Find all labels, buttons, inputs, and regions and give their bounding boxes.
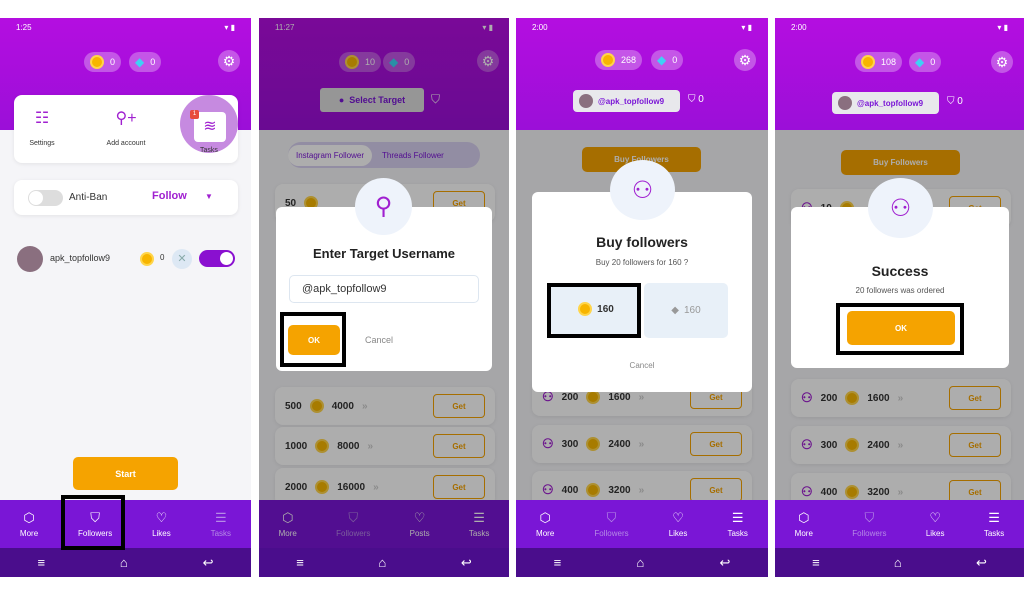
dialog-title: Buy followers — [596, 234, 688, 250]
add-account-label: Add account — [106, 140, 146, 147]
back-icon[interactable]: ↩ — [461, 555, 472, 571]
coins-icon: ≋ — [203, 118, 217, 135]
diamond-balance: ◆ 0 — [909, 52, 942, 72]
status-time: 1:25 — [16, 22, 32, 32]
system-nav: ≡ ⌂ ↩ — [259, 548, 509, 577]
tasks-icon: ☰ — [215, 510, 227, 525]
menu-icon[interactable]: ≡ — [812, 555, 820, 570]
phone-screen-success: 2:00 ▾ ▮ 108 ◆ 0 ⚙ @apk_topfollow9 ⛉ 0 Buy… — [775, 18, 1024, 577]
nav-more[interactable]: ⬡ More — [795, 510, 813, 538]
status-bar: 2:00 ▾ ▮ — [532, 22, 752, 32]
settings-button[interactable]: ☷ Settings — [22, 108, 62, 147]
back-icon[interactable]: ↩ — [719, 555, 730, 571]
coin-balance: 0 — [84, 52, 122, 72]
dialog-title: Success — [871, 263, 929, 279]
home-icon[interactable]: ⌂ — [378, 555, 386, 570]
status-bar: 1:25 ▾ ▮ — [16, 22, 235, 32]
start-button[interactable]: Start — [73, 457, 178, 490]
highlight-box — [61, 495, 125, 550]
account-chip[interactable]: @apk_topfollow9 — [573, 90, 680, 112]
dialog-subtitle: 20 followers was ordered — [855, 286, 945, 295]
account-coins: 0 — [160, 253, 165, 262]
highlight-box — [280, 312, 346, 367]
followers-count: ⛉ 0 — [947, 96, 963, 107]
diamond-balance: ◆ 0 — [129, 52, 162, 72]
coin-count: 0 — [110, 57, 116, 67]
gear-icon[interactable]: ⚙ — [991, 51, 1013, 73]
account-toggle[interactable] — [199, 250, 235, 267]
diamond-balance: ◆ 0 — [651, 50, 684, 70]
diamond-icon: ◆ — [135, 55, 145, 69]
system-nav: ≡ ⌂ ↩ — [775, 548, 1024, 577]
coin-balance: 268 — [595, 50, 643, 70]
coin-icon — [140, 252, 154, 266]
gem-icon: ⬡ — [23, 510, 35, 525]
highlight-box — [547, 283, 641, 338]
followers-count: ⛉ 0 — [688, 94, 704, 105]
cancel-button[interactable]: Cancel — [365, 335, 393, 345]
home-icon[interactable]: ⌂ — [894, 555, 902, 570]
remove-account-icon[interactable]: ✕ — [172, 249, 192, 269]
bottom-nav: ⬡ More ⛉ Followers ♡ Likes ☰ Tasks — [516, 500, 768, 548]
username-input[interactable] — [289, 275, 479, 303]
nav-tasks[interactable]: ☰ Tasks — [727, 510, 747, 538]
avatar — [579, 94, 593, 108]
add-follower-icon: ⚇ — [610, 160, 675, 220]
gear-icon[interactable]: ⚙ — [218, 50, 240, 72]
mode-dropdown[interactable]: Follow — [152, 190, 187, 202]
bottom-nav: ⬡ More ⛉ Followers ♡ Likes ☰ Tasks — [775, 500, 1024, 548]
settings-label: Settings — [29, 140, 55, 147]
heart-icon: ♡ — [155, 510, 168, 525]
phone-screen-home: 1:25 ▾ ▮ 0 ◆ 0 ⚙ ☷ Settings ⚲+ Add account ≋… — [0, 18, 251, 577]
user-search-icon: ⚲ — [355, 178, 412, 235]
highlight-box — [836, 303, 964, 355]
coin-balance: 108 — [855, 52, 903, 72]
system-nav: ≡ ⌂ ↩ — [516, 548, 768, 577]
pay-with-diamonds-button[interactable]: ◆ 160 — [644, 283, 728, 338]
system-nav: ≡ ⌂ ↩ — [0, 548, 251, 577]
menu-icon[interactable]: ≡ — [554, 555, 562, 570]
diamond-icon: ◆ — [671, 305, 679, 316]
avatar — [838, 96, 852, 110]
anti-ban-toggle[interactable] — [28, 190, 63, 206]
nav-more[interactable]: ⬡ More — [20, 510, 38, 538]
home-icon[interactable]: ⌂ — [120, 555, 128, 570]
anti-ban-label: Anti-Ban — [69, 192, 108, 203]
nav-tasks[interactable]: ☰ Tasks — [984, 510, 1004, 538]
back-icon[interactable]: ↩ — [203, 555, 214, 571]
cancel-button[interactable]: Cancel — [532, 361, 752, 370]
account-chip[interactable]: @apk_topfollow9 — [832, 92, 939, 114]
diamond-count: 0 — [150, 57, 156, 67]
bottom-nav: ⬡ More ⛉ Followers ♡ Likes ☰ Tasks — [0, 500, 251, 548]
back-icon[interactable]: ↩ — [976, 555, 987, 571]
chevron-down-icon[interactable]: ▼ — [205, 192, 213, 201]
tasks-badge: 1 — [190, 110, 199, 119]
sliders-icon: ☷ — [34, 110, 50, 127]
nav-more[interactable]: ⬡ More — [536, 510, 554, 538]
avatar — [17, 246, 43, 272]
dialog-subtitle: Buy 20 followers for 160 ? — [595, 258, 689, 267]
add-follower-icon: ⚇ — [868, 178, 933, 238]
dialog-title: Enter Target Username — [312, 246, 456, 261]
add-user-icon: ⚲+ — [115, 110, 137, 127]
gear-icon[interactable]: ⚙ — [734, 49, 756, 71]
nav-likes[interactable]: ♡ Likes — [152, 510, 171, 538]
phone-screen-buy: 2:00▾ ▮ 268 ◆0 ⚙ @apk_topfollow9 ⛉ 0 Buy… — [516, 18, 768, 577]
menu-icon[interactable]: ≡ — [296, 555, 304, 570]
add-account-button[interactable]: ⚲+ Add account — [96, 108, 156, 147]
coin-icon — [90, 55, 104, 69]
tasks-label: Tasks — [200, 147, 218, 154]
home-icon[interactable]: ⌂ — [636, 555, 644, 570]
nav-tasks[interactable]: ☰ Tasks — [211, 510, 231, 538]
menu-icon[interactable]: ≡ — [37, 555, 45, 570]
status-bar: 2:00 ▾ ▮ — [791, 22, 1008, 32]
nav-followers[interactable]: ⛉ Followers — [594, 510, 628, 538]
nav-likes[interactable]: ♡ Likes — [926, 510, 945, 538]
account-name: apk_topfollow9 — [50, 253, 111, 263]
nav-likes[interactable]: ♡ Likes — [669, 510, 688, 538]
nav-followers[interactable]: ⛉ Followers — [852, 510, 886, 538]
phone-screen-target: 11:27 ▾ ▮ 10 ◆ 0 ⚙ ● Select Target ⛉ Instag… — [259, 18, 509, 577]
